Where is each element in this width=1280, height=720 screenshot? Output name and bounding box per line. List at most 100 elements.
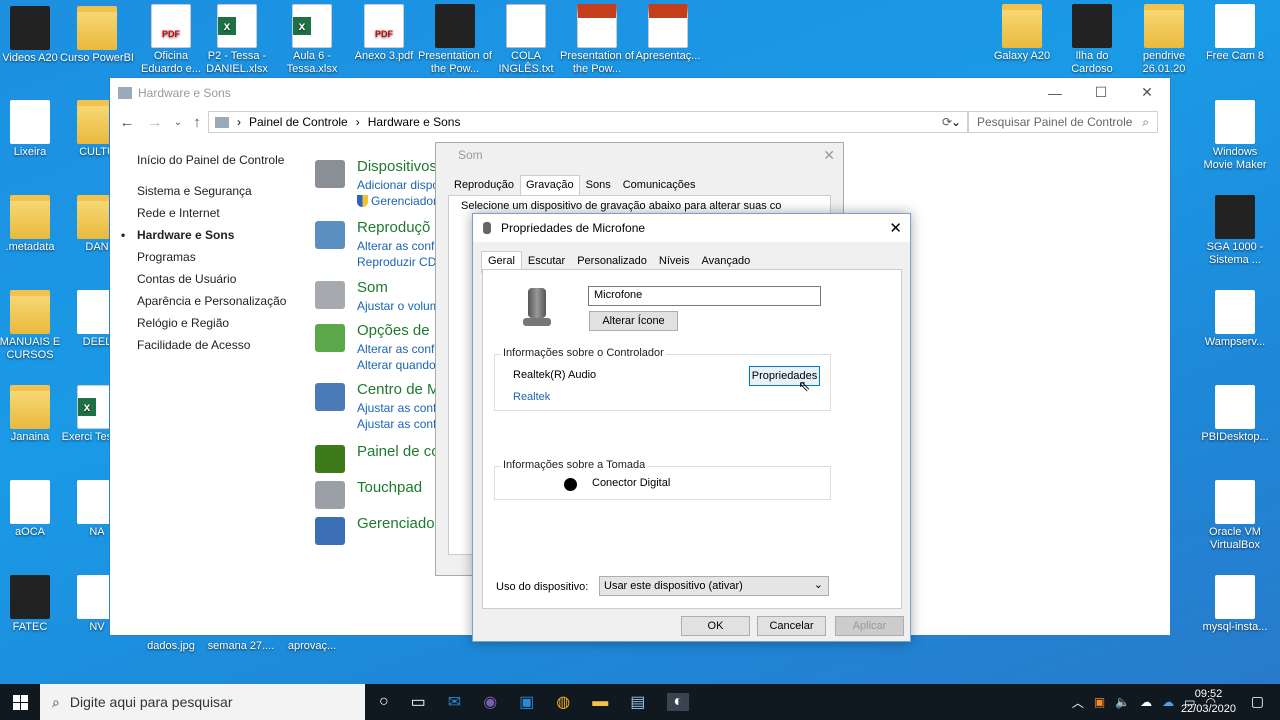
- chevron-up-icon[interactable]: ︿: [1072, 694, 1084, 711]
- category-title[interactable]: Opções de E: [357, 322, 444, 339]
- category-link[interactable]: Alterar as config: [357, 239, 444, 253]
- desktop-icon[interactable]: Lixeira: [0, 100, 67, 159]
- desktop-icon[interactable]: .metadata: [0, 195, 67, 254]
- category-title[interactable]: Painel de co: [357, 443, 440, 460]
- refresh-icon[interactable]: ⟳: [942, 115, 952, 129]
- desktop-icon[interactable]: Wampserv...: [1198, 290, 1272, 349]
- sidebar-item-appearance[interactable]: Aparência e Personalização: [137, 294, 286, 316]
- category-title[interactable]: Dispositivos: [357, 158, 437, 175]
- sidebar-item-programs[interactable]: Programas: [137, 250, 286, 272]
- desktop-icon[interactable]: PBIDesktop...: [1198, 385, 1272, 444]
- onedrive-blue-icon[interactable]: ☁: [1162, 695, 1174, 709]
- desktop-icon[interactable]: Aula 6 - Tessa.xlsx: [275, 4, 349, 76]
- category-link[interactable]: Ajustar as config: [357, 401, 446, 415]
- windows-start-icon[interactable]: [0, 684, 40, 720]
- back-arrow-icon[interactable]: ←: [115, 114, 139, 131]
- desktop-icon[interactable]: Apresentaç...: [631, 4, 705, 63]
- close-icon[interactable]: ✕: [823, 147, 835, 164]
- category-title[interactable]: Touchpad: [357, 479, 422, 496]
- desktop-icon[interactable]: PDF Oficina Eduardo e...: [134, 4, 208, 76]
- volume-icon[interactable]: 🔈: [1115, 695, 1130, 709]
- sidebar-item-network[interactable]: Rede e Internet: [137, 206, 286, 228]
- desktop-icon-label[interactable]: semana 27....: [204, 640, 278, 653]
- sound-taskbar-icon[interactable]: ◐: [667, 693, 690, 711]
- tab-recording[interactable]: Gravação: [519, 175, 580, 195]
- device-name-input[interactable]: Microfone: [588, 286, 821, 306]
- search-input[interactable]: Pesquisar Painel de Controle ⌕: [968, 111, 1158, 133]
- control-panel-taskbar-icon[interactable]: ▤: [630, 692, 645, 712]
- category-link[interactable]: Adicionar dispo: [357, 178, 439, 192]
- desktop-icon[interactable]: P2 - Tessa - DANIEL.xlsx: [200, 4, 274, 76]
- onedrive-icon[interactable]: ☁: [1140, 695, 1152, 709]
- dropdown-chevron-icon[interactable]: ⌄: [951, 115, 961, 129]
- category-link[interactable]: Alterar quando o: [357, 358, 446, 372]
- category-link[interactable]: Ajustar o volum: [357, 299, 440, 313]
- desktop-icon[interactable]: Windows Movie Maker: [1198, 100, 1272, 172]
- desktop-icon[interactable]: Videos A20: [0, 6, 67, 65]
- sidebar-item-system-security[interactable]: Sistema e Segurança: [137, 184, 286, 206]
- desktop-icon[interactable]: Janaina: [0, 385, 67, 444]
- store-icon[interactable]: ▣: [519, 692, 534, 712]
- minimize-icon[interactable]: —: [1032, 78, 1078, 107]
- sidebar-item-home[interactable]: Início do Painel de Controle: [137, 153, 286, 175]
- chrome-icon[interactable]: ◍: [556, 692, 570, 712]
- desktop-icon[interactable]: Oracle VM VirtualBox: [1198, 480, 1272, 552]
- cortana-icon[interactable]: ○: [379, 693, 389, 711]
- category-link[interactable]: Alterar as config: [357, 342, 444, 356]
- ok-button[interactable]: OK: [681, 616, 750, 636]
- mic-dialog-title: Propriedades de Microfone: [501, 221, 646, 235]
- forward-arrow-icon[interactable]: →: [143, 114, 167, 131]
- desktop-icon[interactable]: PDF Anexo 3.pdf: [347, 4, 421, 63]
- desktop-icon[interactable]: Galaxy A20: [985, 4, 1059, 63]
- desktop-icon[interactable]: Presentation of the Pow...: [560, 4, 634, 76]
- dark-file-icon: [10, 6, 50, 50]
- tab-sounds[interactable]: Sons: [580, 175, 617, 195]
- clock[interactable]: 09:52 22/03/2020: [1181, 687, 1236, 717]
- maximize-icon[interactable]: ☐: [1078, 78, 1124, 107]
- desktop-icon[interactable]: Free Cam 8: [1198, 4, 1272, 63]
- category-link[interactable]: Gerenciador: [357, 194, 437, 208]
- up-arrow-icon[interactable]: ↑: [185, 114, 209, 131]
- apply-button[interactable]: Aplicar: [835, 616, 904, 636]
- desktop-icon[interactable]: FATEC: [0, 575, 67, 634]
- action-center-icon[interactable]: ▢: [1251, 693, 1264, 710]
- desktop-icon-label[interactable]: aprovaç...: [275, 640, 349, 653]
- desktop-icon[interactable]: pendrive 26.01.20: [1127, 4, 1201, 76]
- breadcrumb-control-panel[interactable]: Painel de Controle: [249, 115, 348, 129]
- category-link[interactable]: Ajustar as config: [357, 417, 446, 431]
- close-icon[interactable]: ✕: [889, 219, 902, 237]
- desktop-icon-label[interactable]: dados.jpg: [134, 640, 208, 653]
- usage-select[interactable]: Usar este dispositivo (ativar) ⌄: [599, 576, 829, 596]
- desktop-icon[interactable]: COLA INGLÊS.txt: [489, 4, 563, 76]
- tab-playback[interactable]: Reprodução: [448, 175, 520, 195]
- category-title[interactable]: Gerenciador: [357, 515, 440, 532]
- mail-icon[interactable]: ✉: [448, 692, 461, 712]
- sidebar-item-user-accounts[interactable]: Contas de Usuário: [137, 272, 286, 294]
- sidebar-item-hardware-sound[interactable]: Hardware e Sons: [121, 228, 286, 250]
- desktop-icon[interactable]: SGA 1000 - Sistema ...: [1198, 195, 1272, 267]
- notification-app-icon[interactable]: ▣: [1094, 695, 1105, 709]
- folder-file-icon: [1002, 4, 1042, 48]
- category-link[interactable]: Reproduzir CDs: [357, 255, 442, 269]
- desktop-icon[interactable]: aOCA: [0, 480, 67, 539]
- tab-communications[interactable]: Comunicações: [617, 175, 702, 195]
- sidebar-item-accessibility[interactable]: Facilidade de Acesso: [137, 338, 286, 360]
- address-bar[interactable]: › Painel de Controle › Hardware e Sons ⌄: [208, 111, 968, 133]
- breadcrumb-hardware-sound[interactable]: Hardware e Sons: [368, 115, 461, 129]
- change-icon-button[interactable]: Alterar Ícone: [589, 311, 678, 331]
- sidebar-item-clock-region[interactable]: Relógio e Região: [137, 316, 286, 338]
- close-icon[interactable]: ✕: [1124, 78, 1170, 107]
- desktop-icon[interactable]: Presentation of the Pow...: [418, 4, 492, 76]
- desktop-icon[interactable]: MANUAIS E CURSOS: [0, 290, 67, 362]
- desktop-icon[interactable]: Curso PowerBI: [60, 6, 134, 65]
- eclipse-icon[interactable]: ◉: [483, 692, 497, 712]
- cancel-button[interactable]: Cancelar: [757, 616, 826, 636]
- task-view-icon[interactable]: ▭: [411, 692, 426, 712]
- category-title[interactable]: Reproduçõ: [357, 219, 430, 236]
- desktop-icon[interactable]: mysql-insta...: [1198, 575, 1272, 634]
- category-title[interactable]: Som: [357, 279, 388, 296]
- category-title[interactable]: Centro de M: [357, 381, 440, 398]
- file-explorer-icon[interactable]: ▬: [592, 693, 608, 711]
- desktop-icon[interactable]: Ilha do Cardoso: [1055, 4, 1129, 76]
- taskbar-search-input[interactable]: ⌕ Digite aqui para pesquisar: [40, 684, 365, 720]
